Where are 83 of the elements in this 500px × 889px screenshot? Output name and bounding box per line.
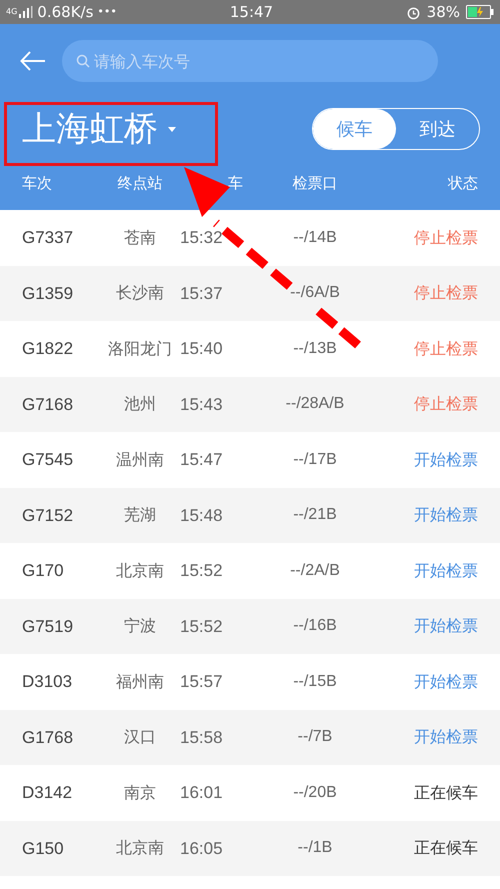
train-number: G7337	[22, 227, 74, 249]
time-cell-text: 16:05	[180, 838, 224, 860]
train-row[interactable]: G1768 汉口 15:58 --/7B 开始检票	[0, 710, 500, 765]
train-number: G1359	[22, 282, 74, 304]
destination-cell-text: 长沙南	[115, 282, 165, 304]
time-cell-text: 15:32	[180, 227, 224, 249]
caret-icon	[168, 126, 176, 132]
status-cell-text: 开始检票	[413, 504, 478, 526]
time-cell-text: 15:40	[180, 338, 224, 360]
status-cell-text: 开始检票	[413, 615, 478, 638]
time-cell-text: 15:52	[180, 616, 224, 638]
destination-cell-text: 北京南	[115, 560, 165, 582]
signal-icon	[19, 6, 34, 18]
status-cell-text: 正在候车	[413, 782, 478, 804]
destination-cell-text: 芜湖	[123, 504, 157, 526]
clock-time: 15:47	[230, 2, 274, 23]
column-header: 终点站	[116, 172, 164, 194]
train-number: G1768	[22, 726, 74, 748]
time-cell-text: 16:01	[180, 782, 224, 804]
destination-cell-text: 南京	[123, 782, 157, 804]
column-header: 车	[227, 172, 244, 194]
destination-cell-text: 池州	[123, 393, 157, 416]
column-header: 状态	[446, 172, 478, 194]
train-row[interactable]: G150 北京南 16:05 --/1B 正在候车	[0, 820, 500, 876]
train-number: G150	[22, 838, 65, 860]
status-cell-text: 正在候车	[413, 837, 478, 860]
train-row[interactable]: G7152 芜湖 15:48 --/21B 开始检票	[0, 488, 500, 543]
time-cell-text: 15:37	[180, 282, 224, 304]
train-row[interactable]: G7519 宁波 15:52 --/16B 开始检票	[0, 598, 500, 654]
time-cell-text: 15:48	[180, 504, 224, 526]
destination-cell-text: 苍南	[123, 226, 157, 249]
destination-cell-text: 汉口	[123, 726, 157, 748]
search-field[interactable]: 请输入车次号	[62, 40, 438, 82]
back-arrow-icon[interactable]	[20, 51, 46, 71]
status-cell-text: 开始检票	[413, 670, 478, 693]
status-cell-text: 开始检票	[413, 726, 478, 748]
battery-charging-icon	[466, 5, 494, 19]
gate-cell-text: --/20B	[292, 782, 338, 803]
gate-cell-text: --/6A/B	[289, 283, 341, 304]
destination-cell-text: 福州南	[115, 670, 165, 693]
alarm-icon	[406, 4, 421, 20]
destination-cell-text: 北京南	[115, 837, 165, 860]
gate-cell-text: --/21B	[292, 505, 338, 526]
column-header: 检票口	[292, 172, 338, 194]
search-icon	[76, 54, 90, 68]
status-cell-text: 开始检票	[413, 448, 478, 471]
train-number: G170	[22, 560, 65, 582]
gate-cell-text: --/17B	[292, 450, 338, 470]
status-cell-text: 停止检票	[413, 393, 478, 416]
gate-cell-text: --/1B	[296, 838, 334, 858]
gate-cell-text: --/15B	[292, 672, 338, 692]
train-row[interactable]: G7168 池州 15:43 --/28A/B 停止检票	[0, 376, 500, 432]
train-number: D3103	[22, 671, 74, 693]
gate-cell-text: --/28A/B	[284, 394, 346, 414]
battery-percent: 38%	[426, 2, 460, 23]
status-cell-text: 开始检票	[413, 560, 478, 582]
train-number: G7519	[22, 616, 74, 638]
time-cell-text: 15:47	[180, 449, 224, 471]
more-indicator: •••	[97, 4, 117, 20]
gate-cell-text: --/14B	[292, 228, 338, 248]
train-row[interactable]: G1359 长沙南 15:37 --/6A/B 停止检票	[0, 266, 500, 321]
time-cell-text: 15:58	[180, 726, 224, 748]
network-label: 4G	[6, 8, 18, 16]
column-header: 车次	[22, 172, 53, 194]
train-number: G7168	[22, 394, 74, 416]
status-cell-text: 停止检票	[413, 338, 478, 360]
network-speed: 0.68K/s	[37, 2, 94, 23]
gate-cell-text: --/13B	[292, 338, 338, 359]
train-number: G1822	[22, 338, 74, 360]
train-number: G7152	[22, 504, 74, 526]
destination-cell-text: 温州南	[115, 448, 165, 471]
status-cell-text: 停止检票	[413, 226, 478, 249]
gate-cell-text: --/16B	[292, 616, 338, 636]
time-cell-text: 15:43	[180, 394, 224, 416]
destination-cell-text: 宁波	[123, 615, 157, 638]
time-cell-text: 15:52	[180, 560, 224, 582]
train-number: G7545	[22, 449, 74, 471]
train-number: D3142	[22, 782, 74, 804]
status-cell-text: 停止检票	[413, 282, 478, 304]
time-cell-text: 15:57	[180, 671, 224, 693]
gate-cell-text: --/2A/B	[289, 560, 341, 581]
gate-cell-text: --/7B	[296, 727, 334, 748]
destination-cell-text: 洛阳龙门	[107, 338, 173, 360]
